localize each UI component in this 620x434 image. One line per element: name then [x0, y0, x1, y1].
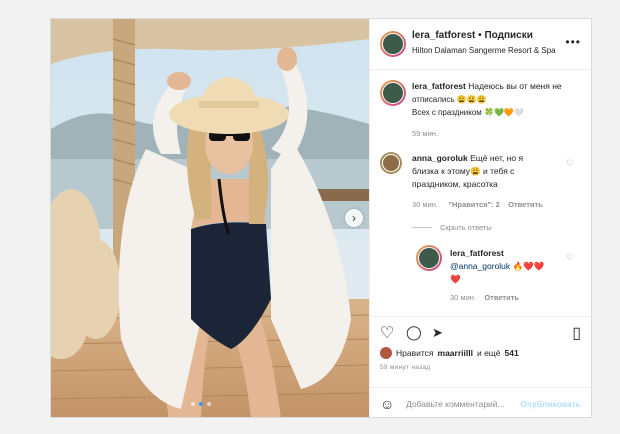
hide-replies-line — [412, 227, 432, 228]
reply-meta: 30 мин. Ответить — [450, 293, 519, 302]
liker-avatar[interactable] — [380, 347, 392, 359]
comment-1-text-1: Ещё нет, но я — [470, 153, 524, 163]
comment-icon[interactable]: ◯ — [406, 324, 422, 341]
likes-prefix: Нравится — [396, 348, 434, 358]
photo-illustration — [51, 19, 369, 417]
post-time-ago[interactable]: 59 минут назад — [380, 364, 430, 371]
comment-1-meta: 30 мин. "Нравится": 2 Ответить — [412, 200, 543, 209]
comment-input[interactable]: Добавьте комментарий... — [406, 399, 505, 409]
post-header: lera_fatforest • Подписки Hilton Dalaman… — [370, 19, 591, 70]
comment-1-text-3: праздником, красотка — [412, 179, 498, 189]
comment-1: anna_goroluk Ещё нет, но я близка к этом… — [412, 152, 562, 191]
post-photo[interactable]: › — [51, 19, 369, 417]
commenter-avatar[interactable] — [380, 152, 402, 174]
post-sidebar: lera_fatforest • Подписки Hilton Dalaman… — [369, 19, 591, 417]
caption: lera_fatforest Надеюсь вы от меня не отп… — [412, 80, 584, 119]
liker-username[interactable]: maarriilll — [438, 348, 473, 358]
action-bar: ♡ ◯ ➤ ▯ — [370, 316, 591, 347]
comments-section: lera_fatforest Надеюсь вы от меня не отп… — [370, 70, 591, 315]
carousel-dot — [207, 402, 211, 406]
following-button[interactable]: Подписки — [484, 30, 532, 41]
likes-suffix: и ещё — [476, 348, 501, 358]
like-icon[interactable]: ♡ — [380, 323, 394, 343]
comment-1-username[interactable]: anna_goroluk — [412, 153, 468, 163]
more-options-icon[interactable]: ••• — [565, 35, 581, 49]
caption-text-2: отписались 😩😩😩 — [412, 95, 487, 104]
reply-time[interactable]: 30 мин. — [450, 293, 476, 302]
comment-1-likes[interactable]: "Нравится": 2 — [448, 200, 499, 209]
reply-text-1: @anna_goroluk 🔥❤️❤️ — [450, 261, 545, 271]
reply-username[interactable]: lera_fatforest — [450, 248, 504, 258]
comment-1-time[interactable]: 30 мин. — [412, 200, 438, 209]
carousel-dots — [191, 402, 211, 406]
caption-avatar[interactable] — [380, 80, 406, 106]
caption-time[interactable]: 59 мин. — [412, 129, 438, 138]
save-icon[interactable]: ▯ — [572, 323, 581, 343]
header-separator: • — [478, 30, 482, 41]
caption-username[interactable]: lera_fatforest — [412, 81, 466, 91]
chevron-right-icon: › — [352, 211, 356, 225]
next-photo-button[interactable]: › — [345, 209, 363, 227]
reply-like-icon[interactable]: ♡ — [566, 252, 574, 263]
hide-replies-button[interactable]: Скрыть ответы — [440, 223, 492, 232]
caption-text-1: Надеюсь вы от меня не — [468, 81, 562, 91]
reply-text-2: ❤️ — [450, 274, 461, 284]
reply-comment: lera_fatforest @anna_goroluk 🔥❤️❤️ ❤️ — [450, 247, 570, 286]
emoji-icon[interactable]: ☺ — [380, 396, 394, 412]
caption-text-3: Всех с праздником 🍀💚🧡🤍 — [412, 108, 524, 117]
comment-1-reply-button[interactable]: Ответить — [508, 200, 543, 209]
add-comment-bar: ☺ Добавьте комментарий... Опубликовать — [370, 387, 591, 417]
carousel-dot-active — [199, 402, 203, 406]
share-icon[interactable]: ➤ — [432, 325, 443, 341]
likes-count[interactable]: 541 — [505, 348, 519, 358]
post-card: › lera_fatforest • Подписки Hilton Dalam… — [50, 18, 592, 418]
author-username[interactable]: lera_fatforest — [412, 30, 475, 41]
post-location[interactable]: Hilton Dalaman Sangerme Resort & Spa — [412, 46, 556, 55]
carousel-dot — [191, 402, 195, 406]
reply-reply-button[interactable]: Ответить — [484, 293, 519, 302]
reply-avatar[interactable] — [416, 245, 442, 271]
comment-1-text-2: близка к этому😩 и тебя с — [412, 166, 515, 176]
comment-1-like-icon[interactable]: ♡ — [566, 158, 574, 169]
author-line: lera_fatforest • Подписки — [412, 30, 533, 41]
author-avatar[interactable] — [380, 31, 406, 57]
likes-summary: Нравится maarriilll и ещё 541 — [380, 347, 519, 359]
publish-button[interactable]: Опубликовать — [520, 399, 581, 409]
